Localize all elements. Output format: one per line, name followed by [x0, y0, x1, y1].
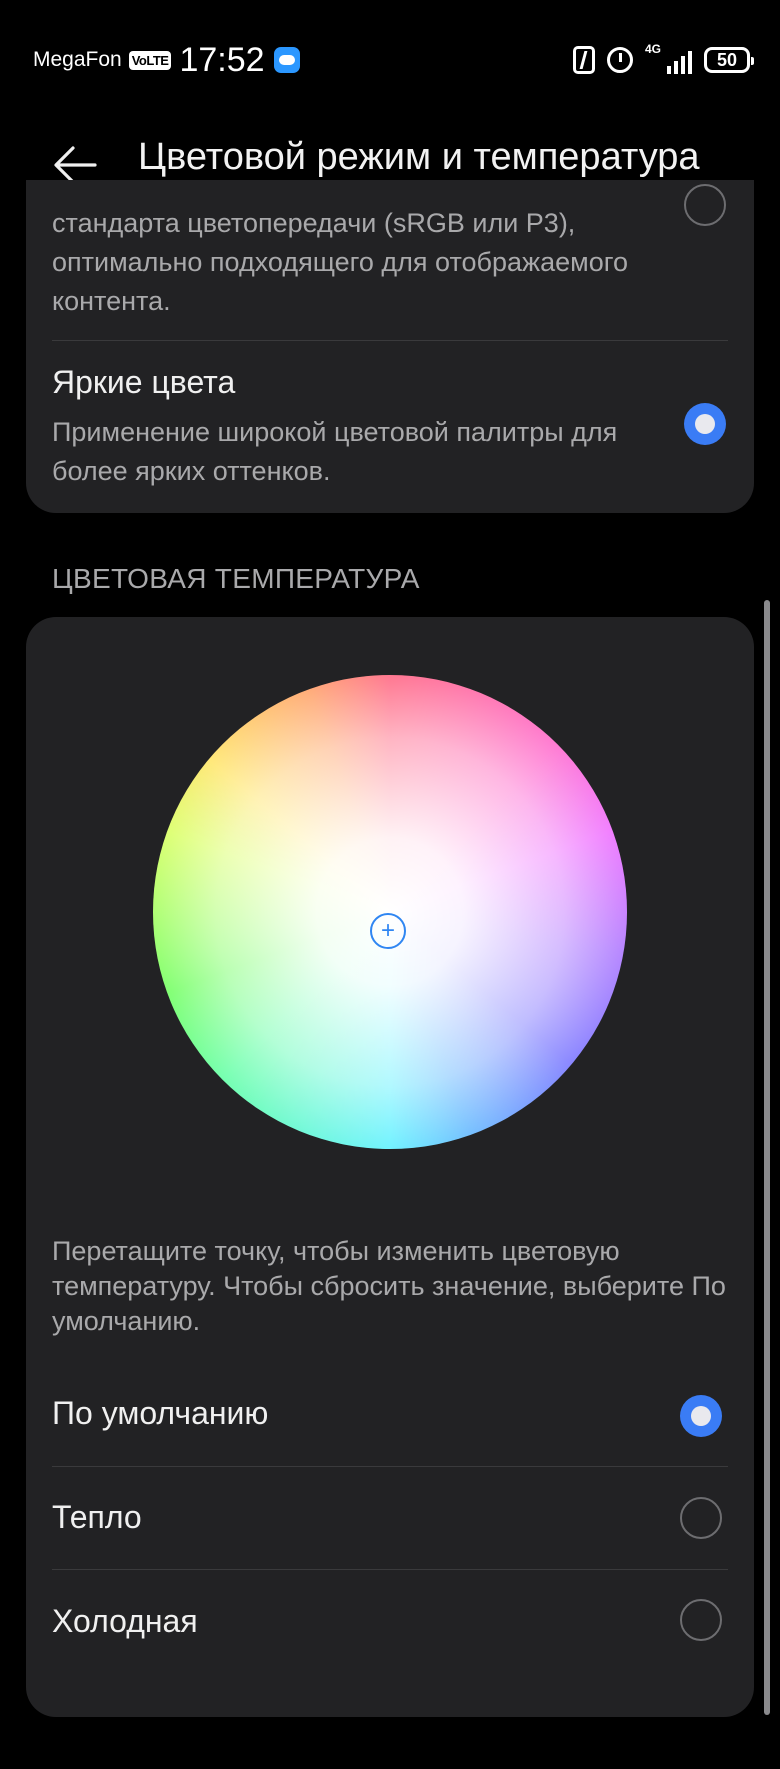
status-time: 17:52 [179, 40, 265, 79]
status-bar-left: MegaFon VoLTE 17:52 [33, 40, 300, 80]
natural-colors-description: стандарта цветопередачи (sRGB или P3), о… [52, 208, 628, 316]
temperature-option-label: Холодная [52, 1603, 198, 1639]
temperature-option-label: По умолчанию [52, 1395, 269, 1431]
battery-icon: 50 [704, 47, 754, 73]
scrollbar[interactable] [764, 600, 770, 1715]
color-wheel[interactable] [153, 675, 627, 1149]
divider [52, 1466, 728, 1467]
carrier-name: MegaFon [33, 48, 122, 71]
divider [52, 1569, 728, 1570]
page-title: Цветовой режим и температура [138, 136, 700, 178]
color-temperature-card: + Перетащите точку, чтобы изменить цвето… [26, 617, 754, 1717]
vivid-colors-radio[interactable] [684, 403, 726, 445]
status-bar: MegaFon VoLTE 17:52 4G 50 [0, 0, 780, 120]
color-temperature-hint: Перетащите точку, чтобы изменить цветову… [52, 1236, 726, 1336]
status-bar-right: 4G 50 [573, 42, 754, 78]
vivid-colors-title: Яркие цвета [52, 364, 236, 400]
color-wheel-handle[interactable]: + [370, 913, 406, 949]
temperature-option-label: Тепло [52, 1499, 142, 1535]
temperature-option-radio[interactable] [680, 1497, 722, 1539]
network-type: 4G [645, 42, 662, 56]
divider [52, 340, 728, 341]
alarm-icon [607, 47, 633, 73]
temperature-option-radio[interactable] [680, 1599, 722, 1641]
volte-badge: VoLTE [128, 50, 172, 70]
color-temperature-section-title: ЦВЕТОВАЯ ТЕМПЕРАТУРА [52, 563, 420, 594]
nfc-icon [573, 46, 595, 74]
temperature-option-radio[interactable] [680, 1395, 722, 1437]
color-mode-card: стандарта цветопередачи (sRGB или P3), о… [26, 180, 754, 513]
natural-colors-radio[interactable] [684, 184, 726, 226]
signal-icon: 4G [645, 42, 692, 74]
battery-level: 50 [716, 49, 738, 70]
cloud-icon [273, 47, 300, 73]
vivid-colors-description: Применение широкой цветовой палитры для … [52, 417, 618, 486]
